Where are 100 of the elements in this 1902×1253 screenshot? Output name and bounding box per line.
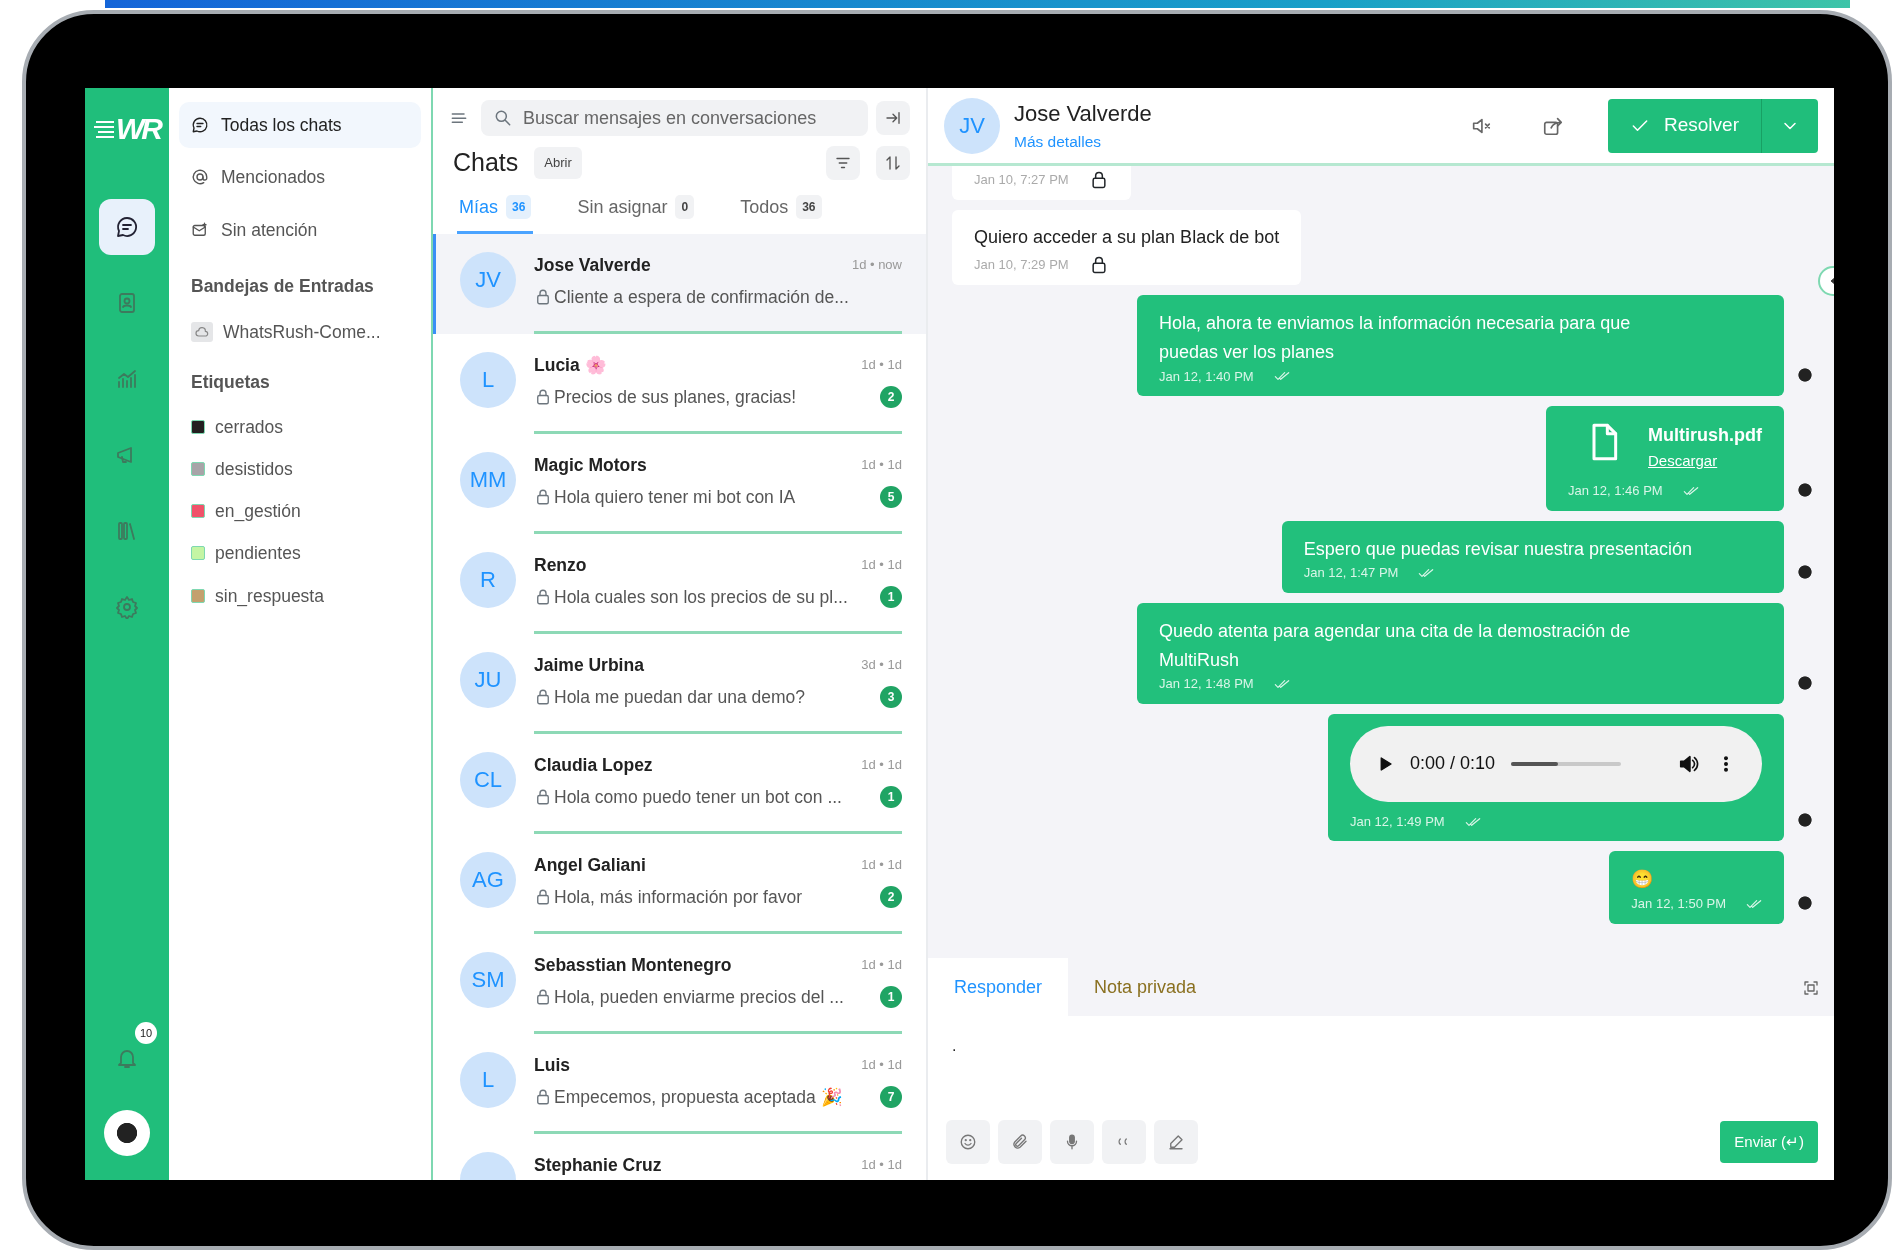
label-item[interactable]: en_gestión [215, 498, 301, 525]
sidebar-nav-item[interactable]: Mencionados [179, 154, 421, 201]
sidebar-nav-item[interactable]: Sin atención [179, 206, 421, 253]
account-avatar[interactable] [104, 1110, 150, 1156]
lock-icon [534, 387, 552, 406]
sort-icon [884, 153, 902, 172]
cloud-icon [191, 322, 213, 343]
unread-count: 1 [880, 985, 902, 1008]
emoji-button[interactable] [946, 1120, 990, 1164]
inbox-item[interactable]: WhatsRush-Come... [223, 319, 381, 346]
chat-icon [191, 116, 209, 135]
tab-count: 36 [506, 195, 532, 219]
signature-button[interactable] [1154, 1120, 1198, 1164]
message-text: Espero que puedas revisar nuestra presentación [1303, 537, 1693, 561]
unread-count: 7 [880, 1085, 902, 1108]
composer-tab[interactable]: Nota privada [1068, 958, 1223, 1016]
envelope-icon [191, 220, 209, 239]
contact-name: Claudia Lopez [534, 753, 653, 777]
at-sign-icon [191, 168, 209, 187]
conversation-time: 1d • 1d [861, 455, 902, 474]
message-time: Jan 10, 7:27 PM [974, 171, 1069, 190]
record-button[interactable] [1050, 1120, 1094, 1164]
avatar-initials: JV [944, 97, 1000, 154]
message-preview: Hola cuales son los precios de su pl... [554, 585, 848, 609]
search-field[interactable]: Buscar mensajes en conversaciones [481, 100, 868, 136]
avatar-initials: L [460, 351, 516, 408]
collapse-button[interactable] [876, 101, 910, 135]
contact-name: Luis [534, 1053, 570, 1077]
lock-icon [534, 687, 552, 706]
status-filter-chip[interactable]: Abrir [534, 147, 582, 179]
message-preview: Hola, pueden enviarme precios del ... [554, 985, 844, 1009]
contact-name: Stephanie Cruz [534, 1153, 662, 1177]
conversation-time: 1d • 1d [861, 355, 902, 374]
avatar-initials: SM [460, 951, 516, 1008]
message-preview: Hola me puedan dar una demo? [554, 685, 805, 709]
volume-icon[interactable] [1678, 753, 1700, 775]
message-preview: Empecemos, propuesta aceptada 🎉 [554, 1085, 843, 1109]
conversation-item[interactable]: JV Jose Valverde 1d • now Cliente a espera de confirmación de... [433, 233, 926, 334]
message-preview: Hola quiero tener mi bot con IA [554, 485, 796, 509]
message-preview: Precios de sus planes, gracias! [554, 385, 797, 409]
list-tab[interactable]: Todos 36 [738, 189, 824, 234]
list-title: Chats [453, 147, 519, 178]
message-time: Jan 12, 1:40 PM [1159, 367, 1254, 386]
avatar-initials: JV [460, 251, 516, 308]
conversation-time: 1d • 1d [861, 1155, 902, 1174]
sort-button[interactable] [876, 145, 910, 180]
label-item[interactable]: sin_respuesta [215, 582, 324, 609]
rail-nav-button[interactable] [99, 199, 155, 255]
avatar-initials: R [460, 551, 516, 608]
unread-count: 5 [880, 485, 902, 508]
section-heading: Etiquetas [190, 371, 271, 395]
conversation-time: 3d • 1d [861, 655, 902, 674]
notification-count: 10 [135, 1022, 157, 1044]
list-tab[interactable]: Sin asignar 0 [575, 189, 697, 234]
message-text: Quiero acceder a su plan Black de bot [974, 226, 1280, 249]
contact-name: Angel Galiani [534, 853, 646, 877]
contact-name: Lucia 🌸 [534, 353, 607, 377]
lock-icon [534, 1087, 552, 1106]
conversation-time: 1d • 1d [861, 955, 902, 974]
message-preview: Hola como puedo tener un bot con ... [554, 785, 842, 809]
lock-icon [534, 987, 552, 1006]
contact-name: Magic Motors [534, 453, 647, 477]
audio-duration: 0:00 / 0:10 [1410, 752, 1496, 776]
message-time: Jan 12, 1:50 PM [1631, 895, 1726, 914]
expand-icon [1802, 978, 1820, 997]
label-item[interactable]: pendientes [215, 540, 301, 567]
lock-icon [534, 887, 552, 906]
paperclip-icon [1011, 1133, 1029, 1151]
message-time: Jan 12, 1:47 PM [1303, 564, 1399, 583]
unread-count: 2 [880, 385, 902, 408]
smiley-icon [959, 1133, 977, 1151]
label-item[interactable]: cerrados [215, 413, 284, 440]
app-logo: WR [94, 106, 160, 151]
attach-button[interactable] [998, 1120, 1042, 1164]
pen-icon [1167, 1133, 1185, 1151]
contact-name: Sebasstian Montenegro [534, 953, 732, 977]
conversation-time: 1d • 1d [861, 555, 902, 574]
label-item[interactable]: desistidos [215, 455, 293, 482]
contact-name: Renzo [534, 553, 587, 577]
message-text: 😁 [1631, 868, 1655, 892]
conversation-time: 1d • 1d [861, 755, 902, 774]
conversation-time: 1d • 1d [861, 855, 902, 874]
unread-count: 2 [880, 885, 902, 908]
share-icon [1542, 115, 1564, 138]
contact-name: Jose Valverde [1014, 100, 1153, 128]
section-heading: Bandejas de Entradas [190, 274, 375, 298]
message-time: Jan 12, 1:49 PM [1350, 813, 1445, 831]
avatar-initials: L [460, 1051, 516, 1108]
search-icon [493, 108, 513, 128]
filter-button[interactable] [826, 145, 860, 180]
audio-progress-track[interactable] [1511, 762, 1622, 766]
chart-icon [115, 367, 139, 391]
message-time: Jan 12, 1:48 PM [1159, 675, 1254, 694]
message-time: Jan 10, 7:29 PM [974, 256, 1069, 275]
conversation-time: 1d • 1d [861, 1055, 902, 1074]
avatar-initials: AG [460, 851, 516, 908]
tab-count: 36 [796, 195, 822, 219]
reply-input[interactable]: . [928, 1016, 1834, 1110]
sidebar-nav-item[interactable]: Todas los chats [179, 102, 421, 149]
chat-icon [115, 215, 139, 239]
